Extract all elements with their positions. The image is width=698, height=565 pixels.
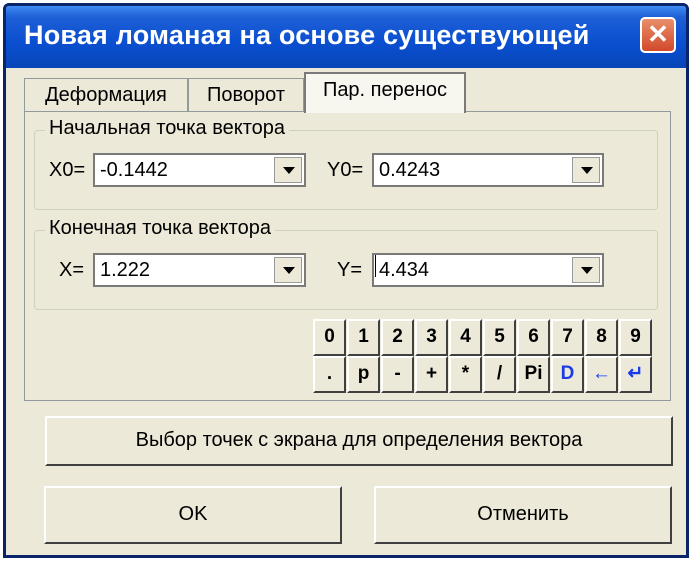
start-point-label: Начальная точка вектора	[45, 117, 290, 140]
end-point-group: Конечная точка вектора X= 1.222 Y= 4.434	[34, 217, 658, 310]
x0-value: -0.1442	[100, 159, 168, 181]
y-value: 4.434	[379, 259, 430, 281]
window-title: Новая ломаная на основе существующей	[24, 20, 590, 50]
tab-rotation[interactable]: Поворот	[188, 78, 304, 112]
tab-translation[interactable]: Пар. перенос	[304, 72, 466, 113]
end-point-label: Конечная точка вектора	[45, 217, 275, 240]
key-2[interactable]: 2	[381, 319, 414, 356]
key-8[interactable]: 8	[585, 319, 618, 356]
x0-combobox[interactable]: -0.1442	[93, 153, 306, 187]
x0-label: X0=	[49, 159, 86, 181]
key-minus[interactable]: -	[381, 356, 414, 393]
key-dot[interactable]: .	[313, 356, 346, 393]
chevron-down-icon[interactable]	[274, 257, 302, 283]
key-4[interactable]: 4	[449, 319, 482, 356]
enter-icon[interactable]: ↵	[619, 356, 652, 393]
key-p[interactable]: p	[347, 356, 380, 393]
x-value: 1.222	[100, 259, 151, 281]
text-caret	[375, 255, 376, 277]
key-1[interactable]: 1	[347, 319, 380, 356]
key-multiply[interactable]: *	[449, 356, 482, 393]
start-point-group: Начальная точка вектора X0= -0.1442 Y0= …	[34, 117, 658, 210]
key-5[interactable]: 5	[483, 319, 516, 356]
y0-value: 0.4243	[379, 159, 441, 181]
cancel-button[interactable]: Отменить	[374, 486, 672, 544]
key-divide[interactable]: /	[483, 356, 516, 393]
pick-points-button[interactable]: Выбор точек с экрана для определения век…	[45, 416, 673, 466]
y-combobox[interactable]: 4.434	[372, 253, 604, 287]
close-icon[interactable]: ✕	[640, 17, 676, 53]
ok-button[interactable]: OK	[44, 486, 342, 544]
key-7[interactable]: 7	[551, 319, 584, 356]
y0-combobox[interactable]: 0.4243	[372, 153, 604, 187]
title-bar[interactable]: Новая ломаная на основе существующей ✕	[6, 6, 686, 68]
y-label: Y=	[337, 259, 363, 281]
key-0[interactable]: 0	[313, 319, 346, 356]
key-6[interactable]: 6	[517, 319, 550, 356]
key-d[interactable]: D	[551, 356, 584, 393]
chevron-down-icon[interactable]	[572, 257, 600, 283]
key-plus[interactable]: +	[415, 356, 448, 393]
x-combobox[interactable]: 1.222	[93, 253, 306, 287]
chevron-down-icon[interactable]	[274, 157, 302, 183]
x-label: X=	[59, 259, 85, 281]
tab-deformation[interactable]: Деформация	[24, 78, 188, 112]
backspace-icon[interactable]: ←	[585, 356, 618, 393]
y0-label: Y0=	[327, 159, 364, 181]
key-9[interactable]: 9	[619, 319, 652, 356]
key-pi[interactable]: Pi	[517, 356, 550, 393]
chevron-down-icon[interactable]	[572, 157, 600, 183]
key-3[interactable]: 3	[415, 319, 448, 356]
dialog-window: Новая ломаная на основе существующей ✕ Д…	[3, 3, 689, 558]
tab-panel: Начальная точка вектора X0= -0.1442 Y0= …	[24, 111, 671, 401]
